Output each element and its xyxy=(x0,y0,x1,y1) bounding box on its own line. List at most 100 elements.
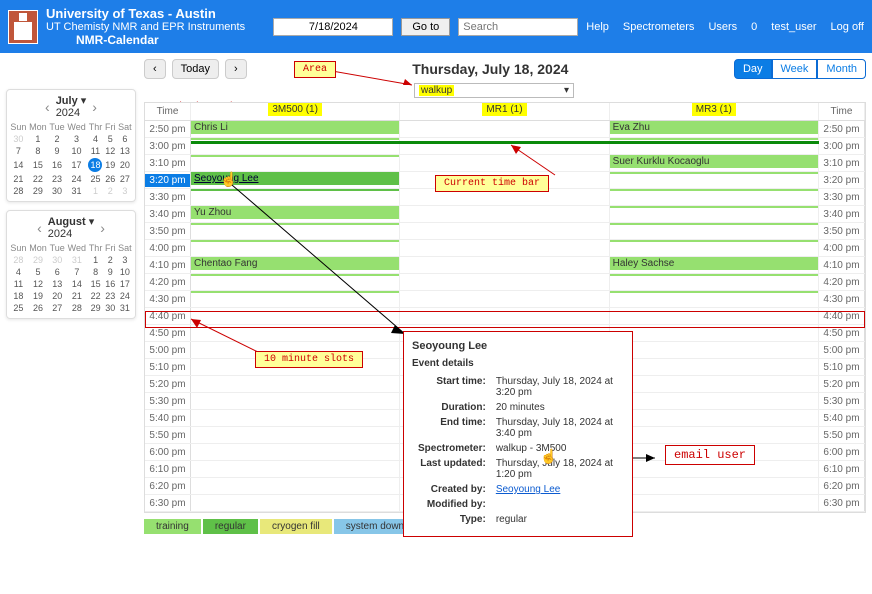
goto-button[interactable]: Go to xyxy=(401,18,450,36)
schedule-cell[interactable] xyxy=(610,206,819,222)
minical-day[interactable]: 28 xyxy=(66,302,87,314)
event-block[interactable]: Haley Sachse xyxy=(610,257,818,270)
next-day-button[interactable]: › xyxy=(225,59,247,79)
schedule-cell[interactable] xyxy=(400,155,609,171)
schedule-cell[interactable] xyxy=(400,291,609,307)
minical-day[interactable]: 29 xyxy=(87,302,103,314)
minical-day[interactable]: 2 xyxy=(104,254,117,266)
prev-month-icon[interactable]: ‹ xyxy=(45,99,50,115)
minical-day[interactable]: 22 xyxy=(28,173,48,185)
schedule-cell[interactable] xyxy=(610,291,819,307)
event-block[interactable] xyxy=(610,172,818,174)
resource-header[interactable]: MR3 (1) xyxy=(610,103,819,120)
schedule-cell[interactable] xyxy=(610,189,819,205)
schedule-cell[interactable] xyxy=(191,240,400,256)
minical-day[interactable]: 21 xyxy=(9,173,28,185)
minical-day[interactable]: 6 xyxy=(117,133,133,145)
minical-day[interactable]: 14 xyxy=(9,157,28,173)
schedule-cell[interactable] xyxy=(400,121,609,137)
schedule-cell[interactable] xyxy=(191,325,400,341)
schedule-cell[interactable]: Seoyoung Lee xyxy=(191,172,400,188)
schedule-cell[interactable] xyxy=(610,172,819,188)
minical-day[interactable]: 29 xyxy=(28,185,48,197)
date-input[interactable] xyxy=(273,18,393,36)
minical-day[interactable]: 7 xyxy=(66,266,87,278)
event-block[interactable] xyxy=(191,138,399,140)
schedule-cell[interactable] xyxy=(610,359,819,375)
event-block[interactable] xyxy=(610,291,818,293)
schedule-cell[interactable] xyxy=(191,291,400,307)
next-month-icon[interactable]: › xyxy=(92,99,97,115)
minical-day[interactable]: 15 xyxy=(28,157,48,173)
minical-day[interactable]: 9 xyxy=(48,145,66,157)
event-block[interactable]: Yu Zhou xyxy=(191,206,399,219)
minical-day[interactable]: 15 xyxy=(87,278,103,290)
minical-day[interactable]: 3 xyxy=(117,185,133,197)
minical-day[interactable]: 29 xyxy=(28,254,48,266)
next-month-icon[interactable]: › xyxy=(100,220,105,236)
minical-day[interactable]: 11 xyxy=(87,145,104,157)
view-month[interactable]: Month xyxy=(817,59,866,79)
event-block[interactable] xyxy=(610,223,818,225)
schedule-cell[interactable] xyxy=(610,410,819,426)
schedule-cell[interactable]: Chentao Fang xyxy=(191,257,400,273)
minical-day[interactable]: 7 xyxy=(9,145,28,157)
minical-day[interactable]: 2 xyxy=(48,133,66,145)
minical-day[interactable]: 10 xyxy=(117,266,133,278)
minical-day[interactable]: 8 xyxy=(28,145,48,157)
minical-day[interactable]: 31 xyxy=(66,185,87,197)
resource-header[interactable]: MR1 (1) xyxy=(400,103,609,120)
nav-users[interactable]: Users xyxy=(708,21,737,33)
schedule-cell[interactable] xyxy=(191,308,400,324)
event-block[interactable] xyxy=(610,138,818,140)
nav-count[interactable]: 0 xyxy=(751,21,757,33)
created-by-link[interactable]: Seoyoung Lee xyxy=(496,484,561,495)
schedule-cell[interactable] xyxy=(191,495,400,511)
schedule-cell[interactable]: Eva Zhu xyxy=(610,121,819,137)
event-block[interactable] xyxy=(610,240,818,242)
minical-day[interactable]: 12 xyxy=(104,145,117,157)
minical-day[interactable]: 1 xyxy=(87,185,104,197)
minical-day[interactable]: 20 xyxy=(48,290,66,302)
minical-day[interactable]: 28 xyxy=(9,254,28,266)
event-block[interactable]: Suer Kurklu Kocaoglu xyxy=(610,155,818,168)
schedule-cell[interactable] xyxy=(610,495,819,511)
minical-day[interactable]: 31 xyxy=(66,254,87,266)
schedule-cell[interactable] xyxy=(191,410,400,426)
resource-header[interactable]: 3M500 (1) xyxy=(191,103,400,120)
minical-day[interactable]: 23 xyxy=(48,173,66,185)
minical-day[interactable]: 30 xyxy=(48,185,66,197)
view-day[interactable]: Day xyxy=(734,59,772,79)
schedule-cell[interactable] xyxy=(610,240,819,256)
event-block[interactable] xyxy=(610,206,818,208)
minical-day[interactable]: 8 xyxy=(87,266,103,278)
schedule-cell[interactable] xyxy=(610,223,819,239)
minical-day[interactable]: 1 xyxy=(28,133,48,145)
schedule-cell[interactable] xyxy=(191,274,400,290)
nav-spectrometers[interactable]: Spectrometers xyxy=(623,21,695,33)
schedule-cell[interactable] xyxy=(400,223,609,239)
minical-day[interactable]: 1 xyxy=(87,254,103,266)
minical-day[interactable]: 17 xyxy=(66,157,87,173)
minical-day[interactable]: 30 xyxy=(48,254,66,266)
minical-day[interactable]: 16 xyxy=(104,278,117,290)
event-block[interactable] xyxy=(610,189,818,191)
nav-help[interactable]: Help xyxy=(586,21,609,33)
event-block[interactable] xyxy=(191,155,399,157)
schedule-cell[interactable]: Chris Li xyxy=(191,121,400,137)
schedule-cell[interactable] xyxy=(610,478,819,494)
minical-day[interactable]: 20 xyxy=(117,157,133,173)
minical-day[interactable]: 3 xyxy=(66,133,87,145)
minical-day[interactable]: 9 xyxy=(104,266,117,278)
schedule-cell[interactable] xyxy=(191,427,400,443)
minical-day[interactable]: 5 xyxy=(104,133,117,145)
schedule-cell[interactable] xyxy=(610,274,819,290)
minical-day[interactable]: 13 xyxy=(117,145,133,157)
schedule-cell[interactable] xyxy=(400,308,609,324)
minical-day[interactable]: 11 xyxy=(9,278,28,290)
minical-day[interactable]: 26 xyxy=(28,302,48,314)
minical-day[interactable]: 10 xyxy=(66,145,87,157)
event-block[interactable]: Eva Zhu xyxy=(610,121,818,134)
schedule-cell[interactable] xyxy=(400,240,609,256)
minical-day[interactable]: 12 xyxy=(28,278,48,290)
